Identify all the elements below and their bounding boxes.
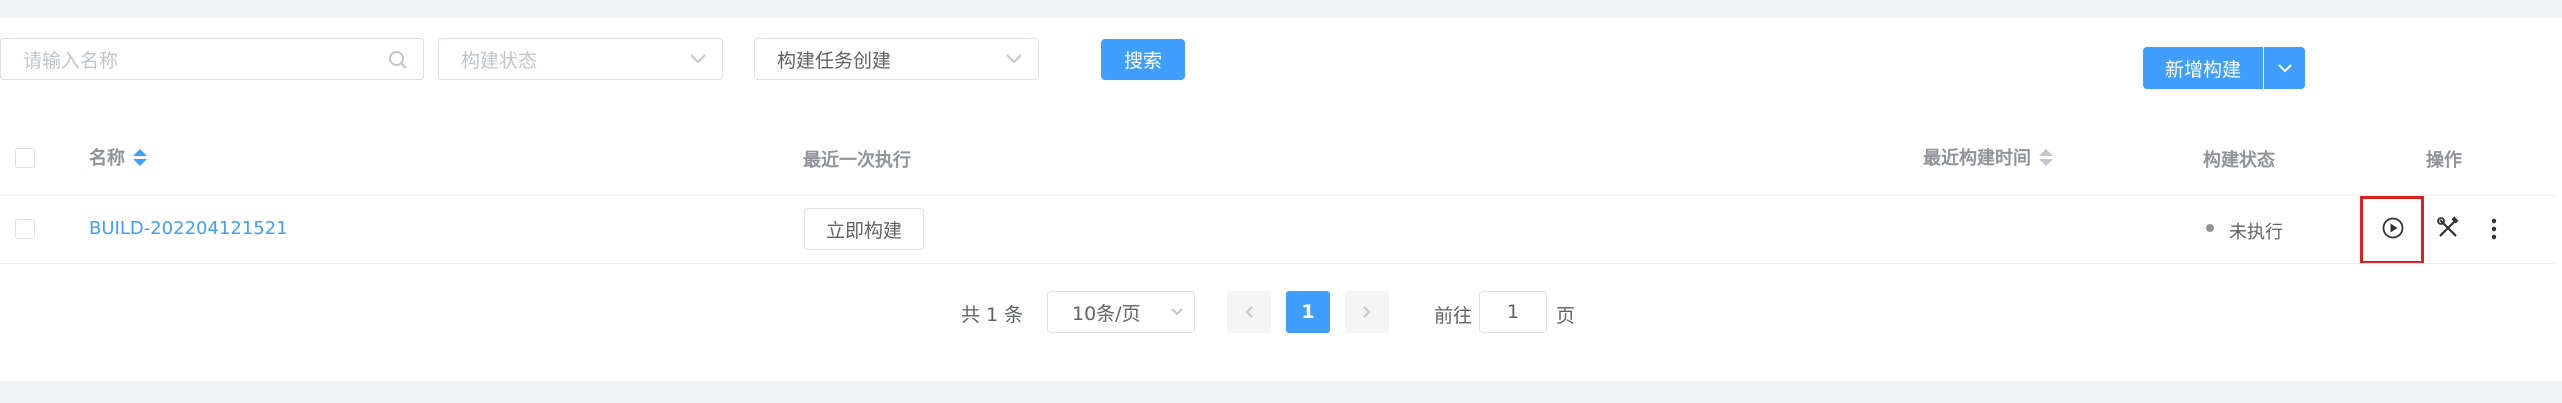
prev-page-button[interactable] [1227,291,1271,333]
new-build-dropdown-button[interactable] [2264,47,2305,89]
column-header-name-label: 名称 [89,148,125,169]
row-checkbox[interactable] [15,219,35,239]
new-build-button[interactable]: 新增构建 [2143,47,2263,89]
sort-icon[interactable] [133,148,147,166]
status-text: 未执行 [2229,222,2283,243]
page-size-select[interactable]: 10条/页 [1047,291,1195,333]
trigger-select-value: 构建任务创建 [777,49,892,72]
chevron-left-icon [1245,306,1253,318]
column-header-last-exec: 最近一次执行 [803,150,911,171]
column-header-name[interactable]: 名称 [89,144,147,170]
chevron-down-icon [690,54,706,64]
page-size-value: 10条/页 [1072,302,1141,325]
tools-icon[interactable] [2436,216,2460,240]
more-icon[interactable] [2489,217,2499,241]
name-search-placeholder: 请输入名称 [23,49,119,72]
select-all-checkbox[interactable] [15,148,35,168]
search-button[interactable]: 搜索 [1101,39,1185,80]
status-dot [2206,224,2214,232]
build-now-button[interactable]: 立即构建 [804,208,924,250]
play-icon[interactable] [2382,217,2404,239]
build-name-link[interactable]: BUILD-202204121521 [89,218,288,239]
table-row-divider [0,263,2555,264]
table-header-divider [0,195,2555,196]
column-header-last-build-time-label: 最近构建时间 [1923,148,2031,169]
chevron-right-icon [1363,306,1371,318]
sort-icon[interactable] [2039,148,2053,166]
pagination-total: 共 1 条 [961,304,1024,326]
page-number-current[interactable]: 1 [1286,291,1330,333]
column-header-last-build-time[interactable]: 最近构建时间 [1923,144,2053,170]
next-page-button[interactable] [1345,291,1389,333]
search-icon [389,51,407,69]
name-search-input[interactable]: 请输入名称 [0,38,424,80]
goto-page-value: 1 [1506,301,1520,323]
goto-suffix: 页 [1556,305,1576,327]
chevron-down-icon [1006,54,1022,64]
chevron-down-icon [2277,64,2292,73]
goto-prefix: 前往 [1434,305,1473,327]
chevron-down-icon [1171,308,1183,316]
status-select[interactable]: 构建状态 [438,38,723,80]
column-header-actions: 操作 [2426,150,2462,171]
goto-page-input[interactable]: 1 [1479,291,1547,333]
trigger-select[interactable]: 构建任务创建 [754,38,1039,80]
column-header-status: 构建状态 [2203,150,2275,171]
status-select-placeholder: 构建状态 [461,49,538,72]
